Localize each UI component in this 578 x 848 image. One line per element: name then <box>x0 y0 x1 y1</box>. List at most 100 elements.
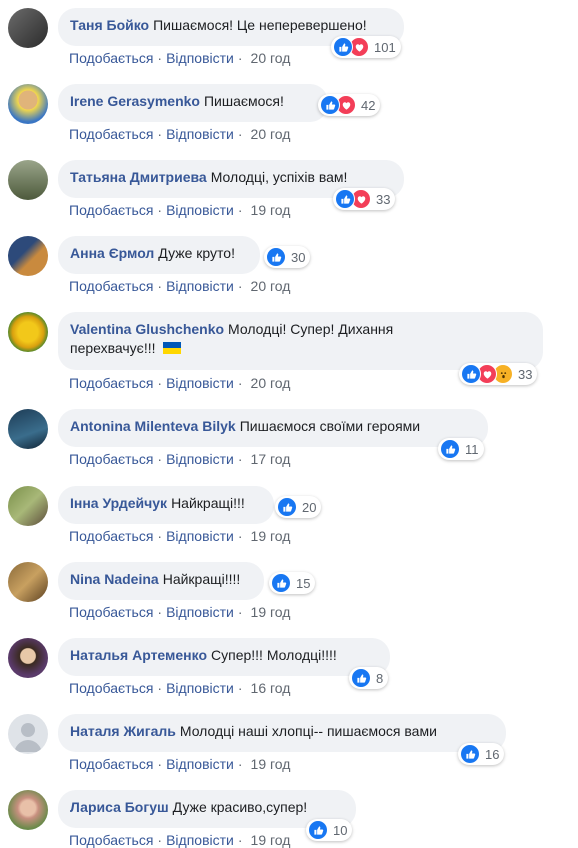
timestamp[interactable]: 17 год <box>251 451 291 467</box>
comment-text: Найкращі!!!! <box>162 571 241 587</box>
thumbs-up-icon <box>320 95 340 115</box>
like-link[interactable]: Подобається <box>69 375 153 391</box>
timestamp[interactable]: 19 год <box>251 832 291 848</box>
separator: · <box>237 202 243 218</box>
comment-text: Пишаємося своїми героями <box>239 418 421 434</box>
comment-text: Молодці, успіхів вам! <box>210 169 348 185</box>
avatar[interactable] <box>8 312 48 352</box>
comment-author[interactable]: Таня Бойко <box>70 17 149 33</box>
reply-link[interactable]: Відповісти <box>166 451 234 467</box>
separator: · <box>237 832 243 848</box>
avatar[interactable] <box>8 84 48 124</box>
reply-link[interactable]: Відповісти <box>166 278 234 294</box>
reaction-summary[interactable]: 101 <box>331 36 401 58</box>
avatar[interactable] <box>8 790 48 830</box>
thumbs-up-icon <box>277 497 297 517</box>
reaction-summary[interactable]: 30 <box>264 246 311 268</box>
comment-author[interactable]: Татьяна Дмитриева <box>70 169 207 185</box>
comment-author[interactable]: Irene Gerasymenko <box>70 93 200 109</box>
comment-author[interactable]: Valentina Glushchenko <box>70 321 224 337</box>
reaction-summary[interactable]: 11 <box>438 438 484 460</box>
comment-author[interactable]: Анна Єрмол <box>70 245 154 261</box>
separator: · <box>157 680 163 696</box>
comment-author[interactable]: Nina Nadeina <box>70 571 159 587</box>
timestamp[interactable]: 16 год <box>251 680 291 696</box>
like-link[interactable]: Подобається <box>69 50 153 66</box>
separator: · <box>237 528 243 544</box>
avatar[interactable] <box>8 236 48 276</box>
avatar[interactable] <box>8 714 48 754</box>
comment-text-continued: перехвачує!!! <box>70 340 156 356</box>
timestamp[interactable]: 19 год <box>251 528 291 544</box>
reaction-summary[interactable]: 8 <box>349 667 389 689</box>
reply-link[interactable]: Відповісти <box>166 202 234 218</box>
separator: · <box>157 832 163 848</box>
like-link[interactable]: Подобається <box>69 451 153 467</box>
reaction-summary[interactable]: 16 <box>458 743 505 765</box>
comment-author[interactable]: Інна Урдейчук <box>70 495 167 511</box>
separator: · <box>157 202 163 218</box>
reaction-count: 101 <box>374 39 396 55</box>
avatar[interactable] <box>8 638 48 678</box>
reaction-summary[interactable]: 33 <box>333 188 396 210</box>
thumbs-up-icon <box>333 37 353 57</box>
comment-actions: Подобається · Відповісти · 20 год <box>69 126 290 142</box>
timestamp[interactable]: 20 год <box>251 375 291 391</box>
timestamp[interactable]: 20 год <box>251 126 291 142</box>
reaction-summary[interactable]: 42 <box>318 94 381 116</box>
comment-author[interactable]: Antonina Milenteva Bilyk <box>70 418 236 434</box>
separator: · <box>157 375 163 391</box>
like-link[interactable]: Подобається <box>69 604 153 620</box>
like-link[interactable]: Подобається <box>69 756 153 772</box>
like-link[interactable]: Подобається <box>69 202 153 218</box>
reply-link[interactable]: Відповісти <box>166 832 234 848</box>
timestamp[interactable]: 19 год <box>251 756 291 772</box>
separator: · <box>237 756 243 772</box>
separator: · <box>157 278 163 294</box>
timestamp[interactable]: 20 год <box>251 278 291 294</box>
reaction-summary[interactable]: 33 <box>459 363 538 385</box>
timestamp[interactable]: 20 год <box>251 50 291 66</box>
separator: · <box>237 680 243 696</box>
reaction-summary[interactable]: 10 <box>306 819 353 841</box>
reply-link[interactable]: Відповісти <box>166 126 234 142</box>
reply-link[interactable]: Відповісти <box>166 50 234 66</box>
reaction-count: 10 <box>333 822 348 838</box>
reply-link[interactable]: Відповісти <box>166 375 234 391</box>
comment-actions: Подобається · Відповісти · 19 год <box>69 832 290 848</box>
reaction-count: 15 <box>296 575 311 591</box>
avatar[interactable] <box>8 8 48 48</box>
ukraine-flag-icon <box>163 342 182 354</box>
reply-link[interactable]: Відповісти <box>166 756 234 772</box>
comment-bubble: Інна Урдейчук Найкращі!!! <box>58 486 274 524</box>
thumbs-up-icon <box>461 364 481 384</box>
thumbs-up-icon <box>440 439 460 459</box>
avatar[interactable] <box>8 486 48 526</box>
avatar[interactable] <box>8 562 48 602</box>
reply-link[interactable]: Відповісти <box>166 528 234 544</box>
comment-actions: Подобається · Відповісти · 19 год <box>69 604 290 620</box>
separator: · <box>157 451 163 467</box>
like-link[interactable]: Подобається <box>69 126 153 142</box>
comment-author[interactable]: Лариса Богуш <box>70 799 169 815</box>
like-link[interactable]: Подобається <box>69 278 153 294</box>
comment-bubble: Наталя Жигаль Молодці наші хлопці-- пишає… <box>58 714 506 752</box>
like-link[interactable]: Подобається <box>69 528 153 544</box>
comment-author[interactable]: Наталя Жигаль <box>70 723 176 739</box>
comment-text: Дуже круто! <box>158 245 235 261</box>
like-link[interactable]: Подобається <box>69 832 153 848</box>
like-link[interactable]: Подобається <box>69 680 153 696</box>
comment-author[interactable]: Наталья Артеменко <box>70 647 207 663</box>
reaction-summary[interactable]: 15 <box>269 572 316 594</box>
reaction-summary[interactable]: 20 <box>275 496 322 518</box>
reply-link[interactable]: Відповісти <box>166 680 234 696</box>
reply-link[interactable]: Відповісти <box>166 604 234 620</box>
separator: · <box>157 756 163 772</box>
thumbs-up-icon <box>266 247 286 267</box>
thumbs-up-icon <box>271 573 291 593</box>
avatar[interactable] <box>8 160 48 200</box>
timestamp[interactable]: 19 год <box>251 202 291 218</box>
separator: · <box>157 126 163 142</box>
avatar[interactable] <box>8 409 48 449</box>
timestamp[interactable]: 19 год <box>251 604 291 620</box>
